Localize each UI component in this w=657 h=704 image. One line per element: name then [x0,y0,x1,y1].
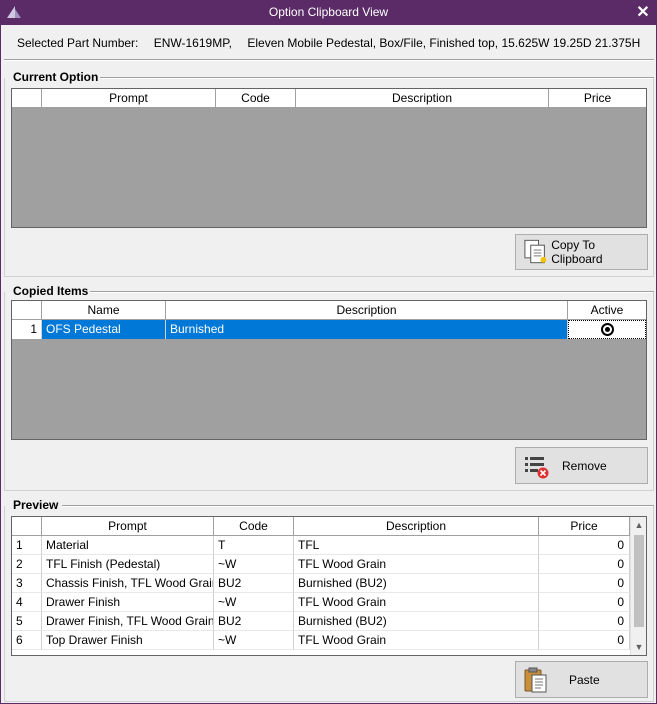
section-separator [4,59,654,61]
selected-part-description: Eleven Mobile Pedestal, Box/File, Finish… [247,36,641,50]
current-option-group [4,78,654,277]
title-bar: Option Clipboard View ✕ [0,0,657,25]
window-title: Option Clipboard View [268,5,389,19]
copied-items-group [4,292,654,491]
close-icon[interactable]: ✕ [635,2,651,22]
selected-part-label: Selected Part Number: [17,36,139,50]
selected-part-number: ENW-1619MP, [153,36,232,50]
preview-group [4,506,654,702]
selected-part-line: Selected Part Number: ENW-1619MP, Eleven… [17,36,652,50]
